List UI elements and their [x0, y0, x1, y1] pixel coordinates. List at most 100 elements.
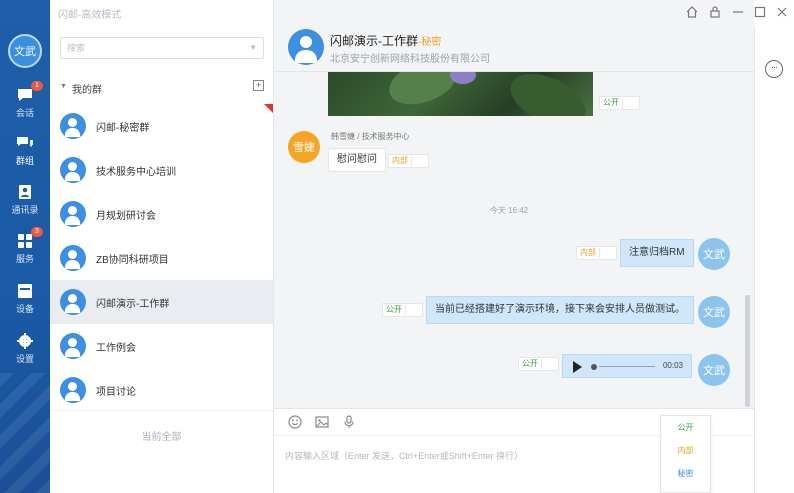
group-avatar-icon: [60, 201, 86, 227]
chat-icon: 1: [16, 81, 43, 103]
security-level-menu: 公开 内部 秘密: [660, 415, 711, 493]
user-avatar[interactable]: 文武: [8, 34, 42, 68]
self-message-bubble[interactable]: 注意归档RM: [620, 239, 694, 267]
play-icon[interactable]: [573, 361, 582, 373]
chat-title: 闪邮演示-工作群-秘密: [330, 32, 441, 49]
public-tag: 公开: [382, 303, 423, 317]
rail-decoration: [0, 373, 50, 493]
search-placeholder: 搜索: [67, 43, 86, 53]
internal-tag: 内部: [388, 154, 429, 168]
self-avatar[interactable]: 文武: [698, 354, 730, 386]
group-section-title: 我的群: [72, 85, 102, 96]
menu-item-public[interactable]: 公开: [661, 416, 710, 439]
message-input[interactable]: 内容输入区域（Enter 发送，Ctrl+Enter或Shift+Enter 换…: [285, 449, 523, 462]
maximize-icon[interactable]: [753, 5, 767, 19]
group-item[interactable]: 项目讨论: [50, 368, 273, 412]
window-title: 闪邮-高效模式: [58, 10, 122, 21]
chat-badge: 1: [31, 81, 43, 91]
list-divider: [50, 410, 273, 411]
group-item[interactable]: ZB协同科研项目: [50, 236, 273, 280]
tag-label: 内部: [580, 248, 596, 257]
services-badge: 3: [31, 227, 43, 237]
voice-duration: 00:03: [662, 361, 683, 370]
chat-scrollbar[interactable]: [745, 295, 750, 407]
group-name: 技术服务中心培训: [96, 166, 176, 178]
sender-name: 韩雪婕 / 技术服务中心: [331, 132, 410, 141]
nav-label-settings: 设置: [15, 354, 34, 364]
group-item[interactable]: 闪邮-秘密群: [50, 104, 273, 148]
group-name: 月规划研讨会: [96, 210, 156, 222]
menu-item-secret[interactable]: 秘密: [661, 462, 710, 485]
settings-icon: [16, 333, 34, 349]
group-avatar-icon: [60, 333, 86, 359]
tag-label: 公开: [386, 305, 402, 314]
collapse-icon[interactable]: ▼: [60, 83, 67, 90]
contacts-icon: [16, 184, 34, 200]
apps-icon: 3: [16, 227, 43, 249]
tag-label: 内部: [392, 156, 408, 165]
emoji-icon[interactable]: [288, 415, 302, 429]
internal-tag: 内部: [576, 246, 617, 260]
nav-item-settings[interactable]: 设置: [0, 326, 50, 372]
message-bubble[interactable]: 慰问慰问: [328, 148, 386, 172]
nav-label-groups: 群组: [15, 156, 34, 166]
group-item[interactable]: 技术服务中心培训: [50, 148, 273, 192]
sender-avatar-text: 雪婕: [293, 142, 315, 154]
group-item[interactable]: 工作例会: [50, 324, 273, 368]
nav-item-devices[interactable]: 设备: [0, 276, 50, 322]
nav-item-contacts[interactable]: 通讯录: [0, 177, 50, 223]
mic-icon[interactable]: [342, 415, 356, 429]
group-item-active[interactable]: 闪邮演示-工作群: [50, 280, 273, 324]
self-avatar[interactable]: 文武: [698, 238, 730, 270]
voice-track[interactable]: [599, 366, 655, 367]
group-avatar-icon: [60, 245, 86, 271]
search-input[interactable]: 搜索 ▼: [60, 37, 264, 59]
time-divider: 今天 16:42: [489, 206, 529, 215]
group-section-header[interactable]: ▼ 我的群 +: [50, 79, 274, 97]
chat-security-tag: -秘密: [418, 37, 442, 48]
self-avatar-text: 文武: [703, 307, 725, 319]
lock-icon[interactable]: [708, 5, 722, 19]
user-avatar-text: 文武: [14, 46, 36, 58]
list-footer[interactable]: 当前全部: [50, 428, 273, 443]
minimize-icon[interactable]: [731, 5, 745, 19]
self-message-bubble[interactable]: 当前已经搭建好了演示环境，接下来会安排人员做测试。: [426, 296, 694, 324]
nav-rail: 文武 1 会话 群组 通讯录 3 服务 设备 设置: [0, 0, 50, 493]
nav-label-services: 服务: [15, 254, 34, 264]
add-group-icon[interactable]: +: [253, 80, 264, 91]
chevron-down-icon[interactable]: ▼: [249, 38, 257, 58]
nav-item-services[interactable]: 3 服务: [0, 226, 50, 272]
menu-item-internal[interactable]: 内部: [661, 439, 710, 462]
nav-label-contacts: 通讯录: [11, 205, 39, 215]
nav-item-chat[interactable]: 1 会话: [0, 80, 50, 126]
more-options-icon[interactable]: ···: [765, 60, 783, 78]
sender-avatar[interactable]: 雪婕: [288, 131, 320, 163]
tag-label: 公开: [603, 98, 619, 107]
group-name: 闪邮演示-工作群: [96, 298, 170, 310]
group-name: 工作例会: [96, 342, 136, 354]
home-icon[interactable]: [685, 5, 699, 19]
self-avatar-text: 文武: [703, 365, 725, 377]
device-icon: [16, 283, 34, 299]
close-icon[interactable]: [775, 5, 789, 19]
group-name: 闪邮-秘密群: [96, 122, 150, 134]
chat-subtitle: 北京安宁创新网络科技股份有限公司: [330, 54, 490, 65]
voice-progress-dot: [591, 364, 597, 370]
group-avatar-icon: [60, 377, 86, 403]
group-avatar-icon: [60, 289, 86, 315]
group-avatar-icon: [60, 157, 86, 183]
voice-message[interactable]: 00:03: [562, 354, 692, 378]
group-item[interactable]: 月规划研讨会: [50, 192, 273, 236]
nav-label-chat: 会话: [15, 108, 34, 118]
group-avatar-icon: [60, 113, 86, 139]
group-name: 项目讨论: [96, 386, 136, 398]
tag-label: 公开: [522, 359, 538, 368]
image-message[interactable]: [328, 72, 593, 116]
chat-title-text: 闪邮演示-工作群: [330, 34, 418, 48]
image-icon[interactable]: [315, 415, 329, 429]
right-side-panel: [754, 26, 794, 493]
group-name: ZB协同科研项目: [96, 254, 169, 266]
self-avatar[interactable]: 文武: [698, 296, 730, 328]
nav-item-groups[interactable]: 群组: [0, 128, 50, 174]
chat-group-avatar-icon[interactable]: [288, 29, 324, 65]
